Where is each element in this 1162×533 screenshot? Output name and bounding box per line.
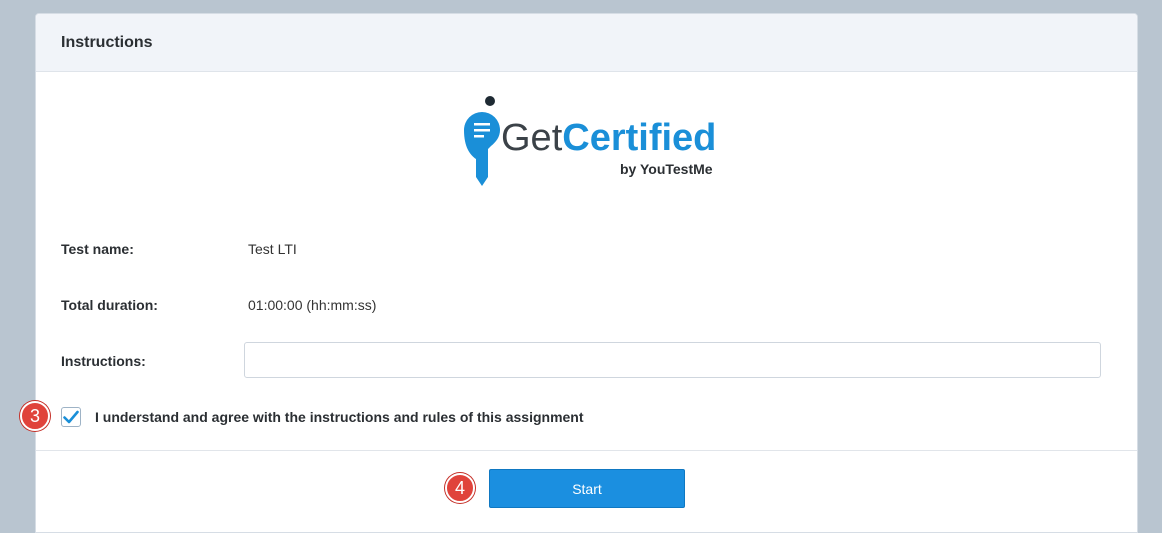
logo-mark-icon [464,96,500,186]
step-marker-4: 4 [445,473,475,503]
logo-wordmark: GetCertified [501,116,716,160]
agreement-text: I understand and agree with the instruct… [95,409,584,425]
start-button[interactable]: Start [489,469,685,508]
instructions-panel: Instructions GetCertified by YouTestMe T… [35,13,1138,533]
instructions-field[interactable] [244,342,1101,378]
duration-value: 01:00:00 (hh:mm:ss) [248,297,377,313]
getcertified-logo: GetCertified by YouTestMe [446,96,746,206]
duration-label: Total duration: [61,297,158,313]
agreement-row: I understand and agree with the instruct… [61,407,584,427]
footer-divider [36,450,1137,451]
logo-prefix: Get [501,117,563,159]
logo-tagline: by YouTestMe [620,161,713,177]
checkmark-icon [63,410,79,424]
step-marker-3: 3 [20,401,50,431]
test-name-label: Test name: [61,241,134,257]
panel-title: Instructions [61,33,153,51]
instructions-label: Instructions: [61,353,146,369]
test-name-value: Test LTI [248,241,297,257]
logo-main: Certified [562,117,717,159]
panel-header: Instructions [36,14,1137,72]
agree-checkbox[interactable] [61,407,81,427]
